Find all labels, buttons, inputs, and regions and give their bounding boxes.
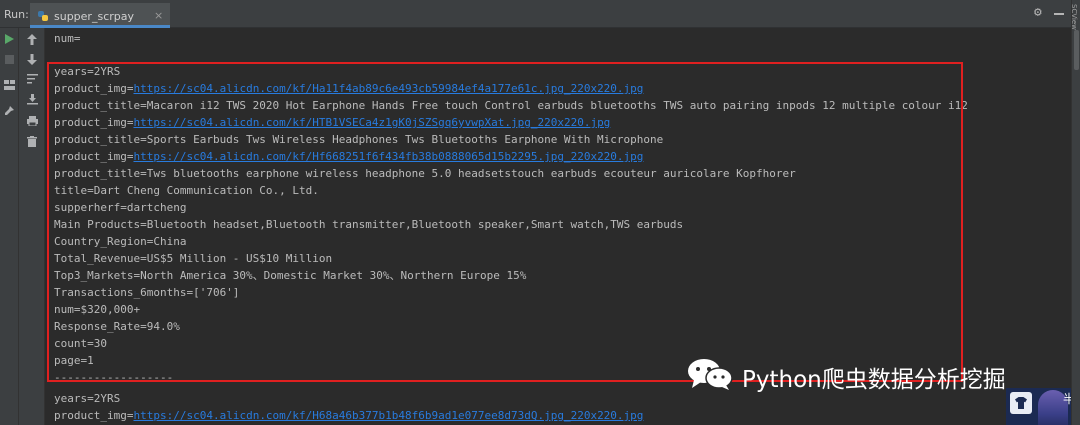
console-line: Total_Revenue=US$5 Million - US$10 Milli… xyxy=(54,252,333,265)
console-line: product_img=https://sc04.alicdn.com/kf/H… xyxy=(54,116,610,130)
console-line: product_img=https://sc04.alicdn.com/kf/H… xyxy=(54,150,643,164)
console-line: supperherf=dartcheng xyxy=(54,201,187,214)
console-line-prefix: product_img= xyxy=(54,409,134,422)
console-line-prefix: product_img= xyxy=(54,150,134,163)
minimize-icon[interactable] xyxy=(1054,13,1064,15)
watermark-text: Python爬虫数据分析挖掘 xyxy=(742,367,1006,393)
pin-icon[interactable] xyxy=(2,104,16,118)
console-line: count=30 xyxy=(54,337,107,350)
image-link[interactable]: https://sc04.alicdn.com/kf/Hf668251f6f43… xyxy=(133,150,643,163)
run-toolbar: Run: supper_scrpay × ⚙ xyxy=(0,0,1080,28)
print-icon[interactable] xyxy=(25,114,39,128)
avatar: 半 xyxy=(1006,388,1071,425)
console-line: num= xyxy=(54,32,81,45)
wechat-icon xyxy=(688,359,733,390)
tab-supper-scrpay[interactable]: supper_scrpay × xyxy=(30,3,170,28)
console-line: page=1 xyxy=(54,354,94,367)
console-line: ------------------ xyxy=(54,371,174,384)
right-tool-strip: SCView xyxy=(1070,0,1080,425)
close-icon[interactable]: × xyxy=(154,9,163,22)
python-icon xyxy=(38,11,48,21)
console-line: Country_Region=China xyxy=(54,235,187,248)
trash-icon[interactable] xyxy=(25,134,39,148)
arrow-up-icon[interactable] xyxy=(25,32,39,46)
console-line: Transactions_6months=['706'] xyxy=(54,286,240,299)
arrow-down-icon[interactable] xyxy=(25,52,39,66)
image-link[interactable]: https://sc04.alicdn.com/kf/HTB1VSECa4z1g… xyxy=(133,116,610,129)
console-line-prefix: product_img= xyxy=(54,116,134,129)
scrollbar[interactable] xyxy=(1074,30,1079,70)
stop-icon[interactable] xyxy=(2,52,16,66)
console-line-prefix: product_img= xyxy=(54,82,134,95)
scroll-to-end-icon[interactable] xyxy=(25,92,39,106)
console-line: num=$320,000+ xyxy=(54,303,141,316)
console-line: years=2YRS xyxy=(54,392,121,405)
console-line: product_img=https://sc04.alicdn.com/kf/H… xyxy=(54,409,643,423)
image-link[interactable]: https://sc04.alicdn.com/kf/H68a46b377b1b… xyxy=(133,409,643,422)
tab-label: supper_scrpay xyxy=(54,10,134,23)
console-line: product_title=Tws bluetooths earphone wi… xyxy=(54,167,796,180)
console-line: product_title=Macaron i12 TWS 2020 Hot E… xyxy=(54,99,968,112)
console-line: years=2YRS xyxy=(54,65,121,78)
layout-icon[interactable] xyxy=(2,78,16,92)
console-line: Top3_Markets=North America 30%、Domestic … xyxy=(54,269,527,282)
gear-icon[interactable]: ⚙ xyxy=(1034,6,1048,20)
run-gutter xyxy=(0,28,19,425)
console-line: Response_Rate=94.0% xyxy=(54,320,180,333)
run-icon[interactable] xyxy=(2,32,16,46)
console-line: title=Dart Cheng Communication Co., Ltd. xyxy=(54,184,319,197)
console-gutter xyxy=(19,28,45,425)
side-strip-label[interactable]: SCView xyxy=(1070,4,1078,30)
watermark: Python爬虫数据分析挖掘 xyxy=(686,356,1051,393)
console-line: product_img=https://sc04.alicdn.com/kf/H… xyxy=(54,82,643,96)
soft-wrap-icon[interactable] xyxy=(25,72,39,86)
avatar-text: 半 xyxy=(1063,392,1071,406)
shirt-icon xyxy=(1010,392,1032,414)
run-label: Run: xyxy=(4,8,29,21)
console-line: product_title=Sports Earbuds Tws Wireles… xyxy=(54,133,664,146)
console-line: Main Products=Bluetooth headset,Bluetoot… xyxy=(54,218,684,231)
image-link[interactable]: https://sc04.alicdn.com/kf/Ha11f4ab89c6e… xyxy=(133,82,643,95)
